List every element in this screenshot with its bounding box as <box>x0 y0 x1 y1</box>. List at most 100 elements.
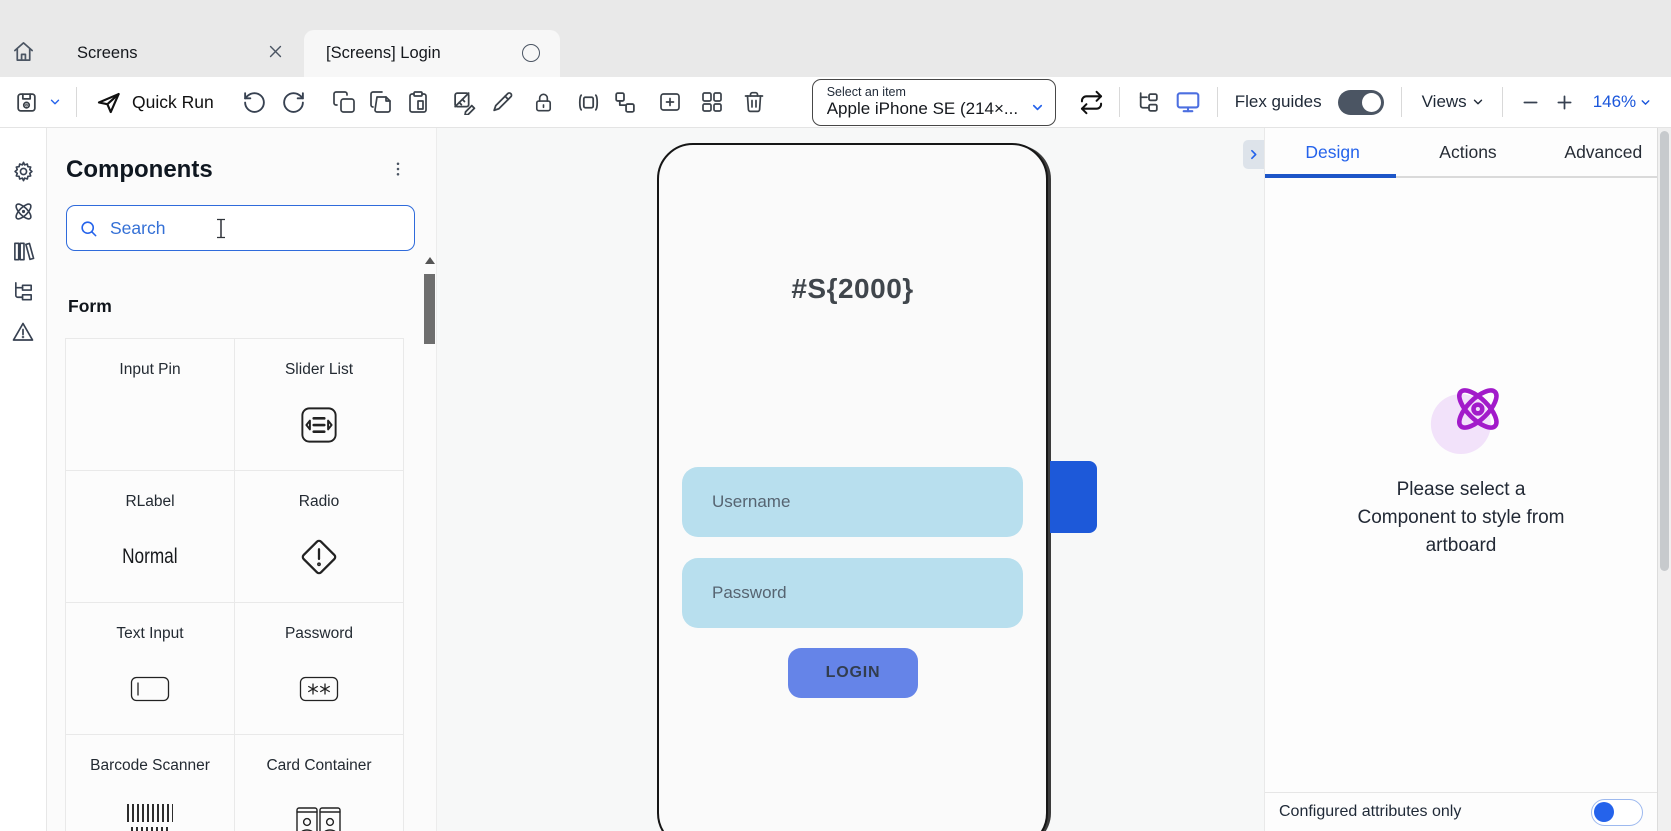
component-card-radio[interactable]: Radio <box>234 470 404 603</box>
minus-icon <box>1520 92 1541 113</box>
component-card-text-input[interactable]: Text Input <box>65 602 235 735</box>
tab-screens-login[interactable]: [Screens] Login <box>304 30 560 77</box>
theme-button[interactable] <box>452 90 477 115</box>
panel-scrollbar-thumb[interactable] <box>424 274 435 344</box>
tab-label: [Screens] Login <box>326 44 441 63</box>
component-label: Text Input <box>116 625 183 643</box>
component-card-rlabel[interactable]: RLabel Normal <box>65 470 235 603</box>
swap-screen-button[interactable] <box>1078 89 1105 116</box>
divider <box>1217 87 1218 117</box>
quick-run-button[interactable]: Quick Run <box>95 89 214 116</box>
inspector-footer: Configured attributes only <box>1265 792 1657 831</box>
component-label: Barcode Scanner <box>90 757 210 775</box>
lock-button[interactable] <box>532 91 555 114</box>
copy-button[interactable] <box>332 90 356 114</box>
slider-list-icon <box>298 379 340 470</box>
tab-label: Actions <box>1439 142 1496 163</box>
undo-button[interactable] <box>242 90 267 115</box>
components-panel-title: Components <box>66 156 213 184</box>
save-menu-button[interactable] <box>48 95 62 109</box>
tree-view-button[interactable] <box>1136 90 1161 115</box>
search-input[interactable] <box>108 217 288 240</box>
ungroup-button[interactable] <box>612 90 637 115</box>
atom-icon <box>1449 380 1507 438</box>
views-label: Views <box>1422 92 1467 112</box>
component-card-card-container[interactable]: Card Container <box>234 734 404 831</box>
duplicate-button[interactable] <box>369 90 393 114</box>
inspector-tabs: Design Actions Advanced <box>1265 128 1671 176</box>
group-button[interactable] <box>576 90 601 115</box>
redo-icon <box>281 90 306 115</box>
grid-icon <box>700 90 724 114</box>
login-button[interactable]: LOGIN <box>788 648 918 698</box>
redo-button[interactable] <box>281 90 306 115</box>
screen-title-text[interactable]: #S{2000} <box>659 273 1046 305</box>
window-scrollbar-thumb[interactable] <box>1660 131 1669 571</box>
component-label: Slider List <box>285 361 353 379</box>
zoom-out-button[interactable] <box>1520 92 1541 113</box>
zoom-level-dropdown[interactable]: 146% <box>1593 92 1652 112</box>
component-card-slider-list[interactable]: Slider List <box>234 338 404 471</box>
panel-collapse-button[interactable] <box>1243 140 1264 169</box>
paste-button[interactable] <box>406 90 430 114</box>
toggle-knob <box>1362 93 1381 112</box>
device-select-label: Select an item <box>827 85 1043 99</box>
warning-icon <box>11 320 35 344</box>
kebab-menu-icon <box>389 160 407 178</box>
components-grid-button[interactable] <box>700 90 724 114</box>
phone-artboard[interactable]: #S{2000} Username Password LOGIN <box>657 143 1048 831</box>
card-container-icon <box>295 775 343 831</box>
divider <box>1119 87 1120 117</box>
library-icon <box>12 240 35 263</box>
copy-icon <box>332 90 356 114</box>
app-window: Screens [Screens] Login <box>0 0 1671 831</box>
screens-tree-rail-button[interactable] <box>12 280 35 303</box>
components-grid: Input Pin Slider List RLabel Normal <box>66 339 404 831</box>
issues-rail-button[interactable] <box>11 320 35 344</box>
views-dropdown[interactable]: Views <box>1422 92 1485 112</box>
close-tab-button[interactable] <box>267 43 284 60</box>
empty-state-graphic <box>1435 380 1507 454</box>
brush-button[interactable] <box>490 90 515 115</box>
selected-element-highlight[interactable] <box>1050 461 1097 533</box>
empty-state-line: Component to style from <box>1265 504 1657 532</box>
delete-button[interactable] <box>742 90 766 114</box>
save-button[interactable] <box>14 90 39 115</box>
library-rail-button[interactable] <box>12 240 35 263</box>
home-button[interactable] <box>12 40 35 63</box>
settings-rail-button[interactable] <box>12 160 35 183</box>
close-icon <box>267 43 284 60</box>
preview-monitor-button[interactable] <box>1175 89 1201 115</box>
design-canvas[interactable]: #S{2000} Username Password LOGIN <box>437 128 1264 831</box>
panel-scroll-up-arrow[interactable] <box>425 257 435 264</box>
circle-icon <box>522 44 540 62</box>
zoom-in-button[interactable] <box>1554 92 1575 113</box>
flex-guides-toggle[interactable] <box>1338 90 1384 115</box>
username-field[interactable]: Username <box>682 467 1023 537</box>
empty-state-line: Please select a <box>1265 476 1657 504</box>
duplicate-icon <box>369 90 393 114</box>
component-card-barcode-scanner[interactable]: Barcode Scanner <box>65 734 235 831</box>
divider <box>1401 87 1402 117</box>
components-rail-button[interactable] <box>12 200 35 223</box>
configured-attributes-toggle[interactable] <box>1591 799 1643 826</box>
tab-advanced[interactable]: Advanced <box>1536 128 1671 176</box>
window-scrollbar[interactable] <box>1657 128 1671 831</box>
device-select[interactable]: Select an item Apple iPhone SE (214×... <box>812 79 1056 126</box>
component-label: Input Pin <box>119 361 180 379</box>
tab-bar: Screens [Screens] Login <box>0 0 1671 77</box>
components-menu-button[interactable] <box>389 160 407 178</box>
component-card-input-pin[interactable]: Input Pin <box>65 338 235 471</box>
add-frame-button[interactable] <box>658 90 682 114</box>
tab-label: Screens <box>77 44 138 63</box>
tab-design[interactable]: Design <box>1265 128 1400 176</box>
rlabel-preview-text: Normal <box>122 545 178 569</box>
tab-label: Advanced <box>1564 142 1642 163</box>
tab-screens[interactable]: Screens <box>50 30 300 77</box>
password-field[interactable]: Password <box>682 558 1023 628</box>
flex-guides-label: Flex guides <box>1235 92 1322 112</box>
component-preview: Normal <box>116 511 184 602</box>
divider <box>1502 87 1503 117</box>
tab-actions[interactable]: Actions <box>1400 128 1535 176</box>
component-card-password[interactable]: Password <box>234 602 404 735</box>
